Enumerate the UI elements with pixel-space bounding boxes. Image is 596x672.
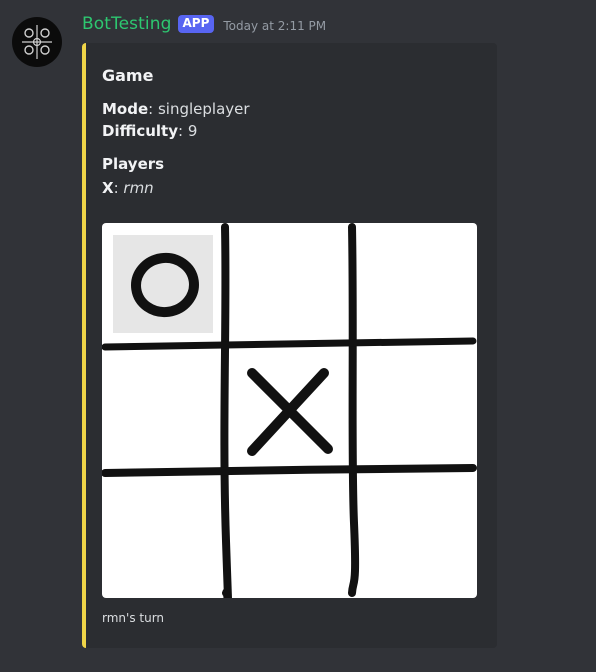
grid-line-vertical-2	[348, 223, 360, 597]
tic-tac-toe-board-image[interactable]	[102, 223, 477, 598]
app-badge: APP	[177, 15, 215, 33]
mode-value: singleplayer	[157, 100, 250, 118]
board-graphic	[102, 223, 477, 598]
timestamp[interactable]: Today at 2:11 PM	[223, 19, 326, 33]
difficulty-field: Difficulty: 9	[102, 122, 198, 140]
difficulty-label: Difficulty	[102, 122, 178, 140]
player-x-value: rmn	[123, 179, 154, 197]
username[interactable]: BotTesting	[82, 14, 172, 34]
game-embed: Game Mode: singleplayer Difficulty: 9 Pl…	[82, 43, 497, 648]
player-x-field: X: rmn	[102, 179, 154, 197]
embed-title: Game	[102, 66, 154, 85]
grid-line-vertical-1	[220, 223, 232, 598]
embed-footer: rmn's turn	[102, 611, 165, 625]
players-heading: Players	[102, 155, 165, 173]
bot-avatar[interactable]	[12, 17, 62, 67]
grid-line-horizontal-2	[102, 464, 477, 477]
mode-field: Mode: singleplayer	[102, 100, 250, 118]
difficulty-value: 9	[187, 122, 198, 140]
message-header: BotTesting APP Today at 2:11 PM	[82, 14, 326, 34]
mode-label: Mode	[102, 100, 149, 118]
player-x-label: X	[102, 179, 114, 197]
grid-line-horizontal-1	[102, 337, 477, 351]
bot-avatar-icon	[22, 25, 52, 59]
